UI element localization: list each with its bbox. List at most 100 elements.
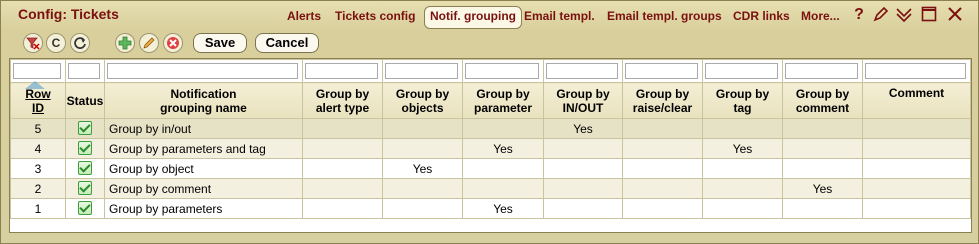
cell-raise-clear [622, 118, 703, 139]
cell-name: Group by comment [104, 178, 303, 199]
tab-email-templ[interactable]: Email templ. [524, 6, 595, 27]
cell-tag [702, 118, 783, 139]
filter-row [10, 59, 971, 83]
col-header-raise-clear[interactable]: Group by raise/clear [622, 82, 703, 119]
filter-group-comment[interactable] [785, 63, 858, 79]
cell-name: Group by parameters and tag [104, 138, 303, 159]
cell-alert-type [302, 138, 383, 159]
filter-row-id[interactable] [13, 63, 61, 79]
cell-alert-type [302, 158, 383, 179]
cell-inout [543, 198, 623, 219]
cell-row-id: 2 [10, 178, 66, 199]
cell-parameter [462, 158, 544, 179]
col-header-name[interactable]: Notification grouping name [104, 82, 303, 119]
cell-parameter [462, 118, 544, 139]
filter-inout[interactable] [546, 63, 618, 79]
filter-tag[interactable] [705, 63, 778, 79]
col-header-parameter[interactable]: Group by parameter [462, 82, 544, 119]
cell-row-id: 3 [10, 158, 66, 179]
cell-comment [862, 118, 971, 139]
filter-objects[interactable] [385, 63, 458, 79]
cell-comment [862, 138, 971, 159]
tab-cdr-links[interactable]: CDR links [733, 6, 790, 27]
col-header-status[interactable]: Status [65, 82, 105, 119]
col-header-objects[interactable]: Group by objects [382, 82, 463, 119]
cell-alert-type [302, 118, 383, 139]
collapse-icon[interactable] [895, 6, 913, 24]
save-button[interactable]: Save [193, 33, 247, 53]
filter-comment[interactable] [865, 63, 966, 79]
cell-status[interactable] [65, 178, 105, 199]
cell-raise-clear [622, 158, 703, 179]
status-check-icon[interactable] [78, 141, 92, 155]
delete-icon[interactable] [163, 33, 183, 53]
cell-objects [382, 138, 463, 159]
cell-group-comment [782, 138, 863, 159]
status-check-icon[interactable] [78, 121, 92, 135]
window-title: Config: Tickets [18, 6, 119, 22]
tab-email-templ-groups[interactable]: Email templ. groups [607, 6, 722, 27]
col-header-inout[interactable]: Group by IN/OUT [543, 82, 623, 119]
refresh-icon[interactable] [70, 33, 90, 53]
cell-status[interactable] [65, 138, 105, 159]
help-icon[interactable]: ? [850, 6, 868, 24]
cell-parameter: Yes [462, 138, 544, 159]
cell-comment [862, 158, 971, 179]
table-row[interactable]: 5 Group by in/out Yes [10, 118, 971, 139]
tab-notif-grouping[interactable]: Notif. grouping [424, 6, 522, 29]
cell-group-comment [782, 198, 863, 219]
table-row[interactable]: 4 Group by parameters and tag Yes Yes [10, 138, 971, 159]
filter-parameter[interactable] [465, 63, 539, 79]
cell-raise-clear [622, 138, 703, 159]
filter-raise-clear[interactable] [625, 63, 698, 79]
cancel-button[interactable]: Cancel [255, 33, 319, 53]
status-check-icon[interactable] [78, 201, 92, 215]
cell-alert-type [302, 198, 383, 219]
status-check-icon[interactable] [78, 181, 92, 195]
cell-tag [702, 198, 783, 219]
cell-row-id: 5 [10, 118, 66, 139]
cell-objects [382, 118, 463, 139]
cell-tag: Yes [702, 138, 783, 159]
cell-status[interactable] [65, 118, 105, 139]
filter-name[interactable] [107, 63, 298, 79]
pencil-icon[interactable] [139, 33, 159, 53]
cell-row-id: 4 [10, 138, 66, 159]
cell-group-comment: Yes [782, 178, 863, 199]
maximize-icon[interactable] [920, 6, 938, 24]
clear-filter-icon[interactable] [23, 33, 43, 53]
cell-inout [543, 158, 623, 179]
col-header-tag[interactable]: Group by tag [702, 82, 783, 119]
cell-status[interactable] [65, 158, 105, 179]
cell-name: Group by in/out [104, 118, 303, 139]
tab-more[interactable]: More... [801, 6, 840, 27]
toolbar: C Save Cancel [19, 33, 339, 55]
col-header-comment[interactable]: Comment [862, 82, 971, 119]
cell-objects [382, 198, 463, 219]
cell-alert-type [302, 178, 383, 199]
cell-name: Group by parameters [104, 198, 303, 219]
cell-parameter: Yes [462, 198, 544, 219]
tab-tickets-config[interactable]: Tickets config [335, 6, 415, 27]
table-row[interactable]: 3 Group by object Yes [10, 158, 971, 179]
table-row[interactable]: 2 Group by comment Yes [10, 178, 971, 199]
table-row[interactable]: 1 Group by parameters Yes [10, 198, 971, 219]
tab-alerts[interactable]: Alerts [287, 6, 321, 27]
cell-inout [543, 178, 623, 199]
reset-icon[interactable]: C [46, 33, 66, 53]
status-check-icon[interactable] [78, 161, 92, 175]
cell-inout: Yes [543, 118, 623, 139]
add-icon[interactable] [115, 33, 135, 53]
col-header-alert-type[interactable]: Group by alert type [302, 82, 383, 119]
edit-icon[interactable] [872, 6, 890, 24]
filter-alert-type[interactable] [305, 63, 378, 79]
col-header-group-comment[interactable]: Group by comment [782, 82, 863, 119]
cell-raise-clear [622, 178, 703, 199]
filter-status[interactable] [68, 63, 100, 79]
close-icon[interactable] [946, 6, 964, 24]
grouping-table: Row ID Status Notification grouping name … [10, 59, 971, 219]
col-header-row-id[interactable]: Row ID [10, 81, 66, 119]
grouping-table-container: Row ID Status Notification grouping name … [9, 58, 972, 233]
cell-status[interactable] [65, 198, 105, 219]
cell-comment [862, 198, 971, 219]
